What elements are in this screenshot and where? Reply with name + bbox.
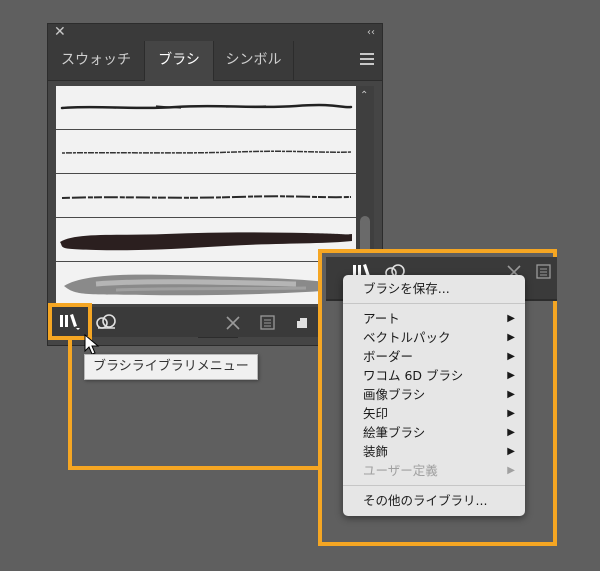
menu-item-label: ユーザー定義 xyxy=(363,463,438,478)
menu-item-image-brushes[interactable]: 画像ブラシ ▶ xyxy=(363,385,515,404)
hamburger-menu-icon[interactable] xyxy=(360,53,374,68)
submenu-arrow-icon: ▶ xyxy=(507,389,515,400)
chevron-up-icon[interactable]: ⌃ xyxy=(360,90,368,101)
brush-row[interactable] xyxy=(56,218,356,262)
brush-row[interactable] xyxy=(56,262,356,304)
menu-item-label: アート xyxy=(363,311,400,326)
callout-connector xyxy=(68,466,320,470)
close-icon[interactable]: ✕ xyxy=(54,24,66,41)
submenu-arrow-icon: ▶ xyxy=(507,332,515,343)
menu-item-other-library[interactable]: その他のライブラリ... xyxy=(363,491,515,510)
brush-list[interactable] xyxy=(56,86,356,304)
menu-item-label: 絵筆ブラシ xyxy=(363,425,426,440)
new-brush-icon[interactable] xyxy=(294,315,310,331)
menu-separator xyxy=(343,303,525,304)
menu-item-arrows[interactable]: 矢印 ▶ xyxy=(363,404,515,423)
menu-item-label: その他のライブラリ... xyxy=(363,493,488,508)
menu-separator xyxy=(343,485,525,486)
menu-item-borders[interactable]: ボーダー ▶ xyxy=(363,347,515,366)
submenu-arrow-icon: ▶ xyxy=(507,408,515,419)
menu-item-label: 矢印 xyxy=(363,406,389,421)
menu-item-vector-packs[interactable]: ベクトルパック ▶ xyxy=(363,328,515,347)
menu-item-label: ベクトルパック xyxy=(363,330,451,345)
mouse-cursor-icon xyxy=(84,334,100,355)
brush-row[interactable] xyxy=(56,130,356,174)
menu-item-label: ブラシを保存... xyxy=(363,281,450,296)
panel-titlebar[interactable]: ✕ ‹‹ xyxy=(48,24,382,41)
creative-cloud-libraries-icon[interactable] xyxy=(94,313,118,331)
brush-row[interactable] xyxy=(56,86,356,130)
brush-stroke-preview xyxy=(60,232,352,251)
callout-connector xyxy=(68,340,72,470)
collapse-icon[interactable]: ‹‹ xyxy=(367,24,375,41)
menu-item-user-defined: ユーザー定義 ▶ xyxy=(363,461,515,480)
menu-item-art[interactable]: アート ▶ xyxy=(363,309,515,328)
brush-options-icon[interactable] xyxy=(260,315,276,331)
tooltip: ブラシライブラリメニュー xyxy=(84,354,258,380)
brush-options-icon[interactable] xyxy=(536,264,552,280)
brush-stroke-preview xyxy=(61,150,352,154)
panel-tabbar: スウォッチ ブラシ シンボル xyxy=(48,41,382,81)
submenu-arrow-icon: ▶ xyxy=(507,465,515,476)
submenu-arrow-icon: ▶ xyxy=(507,370,515,381)
panel-resize-grip[interactable] xyxy=(198,337,238,344)
submenu-arrow-icon: ▶ xyxy=(507,313,515,324)
submenu-arrow-icon: ▶ xyxy=(507,446,515,457)
tab-symbols[interactable]: シンボル xyxy=(214,41,294,80)
menu-item-artistic[interactable]: 絵筆ブラシ ▶ xyxy=(363,423,515,442)
brush-library-menu: ブラシを保存... アート ▶ ベクトルパック ▶ ボーダー ▶ ワコム 6D … xyxy=(343,275,525,516)
menu-item-label: ワコム 6D ブラシ xyxy=(363,368,464,383)
menu-item-decorative[interactable]: 装飾 ▶ xyxy=(363,442,515,461)
tab-swatches[interactable]: スウォッチ xyxy=(48,41,145,80)
menu-item-label: ボーダー xyxy=(363,349,414,364)
brush-stroke-preview xyxy=(64,274,350,296)
menu-item-label: 装飾 xyxy=(363,444,389,459)
brush-row[interactable] xyxy=(56,174,356,218)
submenu-arrow-icon: ▶ xyxy=(507,351,515,362)
remove-brush-stroke-icon[interactable] xyxy=(225,315,241,331)
brush-stroke-preview xyxy=(61,195,352,199)
menu-item-wacom-6d[interactable]: ワコム 6D ブラシ ▶ xyxy=(363,366,515,385)
submenu-arrow-icon: ▶ xyxy=(507,427,515,438)
menu-item-label: 画像ブラシ xyxy=(363,387,426,402)
menu-item-save-brushes[interactable]: ブラシを保存... xyxy=(363,279,515,298)
brush-stroke-preview xyxy=(60,103,353,110)
tab-brushes[interactable]: ブラシ xyxy=(145,41,214,81)
